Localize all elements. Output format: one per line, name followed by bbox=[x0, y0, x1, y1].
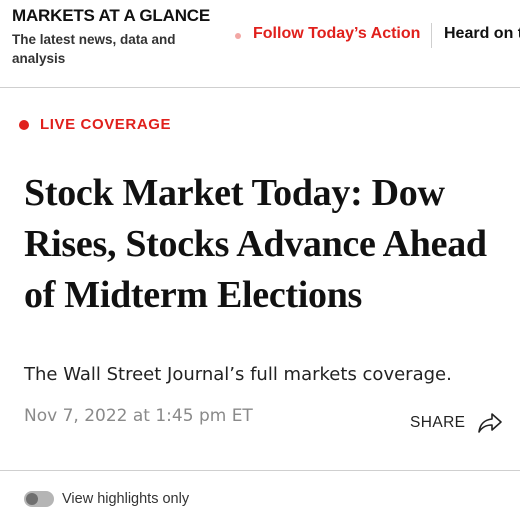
highlights-toggle[interactable]: View highlights only bbox=[24, 488, 189, 510]
nav-link-heard-on-the-street[interactable]: Heard on t bbox=[444, 25, 520, 43]
section-header: MARKETS AT A GLANCE The latest news, dat… bbox=[0, 0, 520, 88]
nav-bullet-icon bbox=[235, 33, 241, 39]
article-dek: The Wall Street Journal’s full markets c… bbox=[24, 364, 452, 385]
article-timestamp: Nov 7, 2022 at 1:45 pm ET bbox=[24, 406, 253, 426]
nav-link-follow-todays-action[interactable]: Follow Today’s Action bbox=[253, 25, 420, 43]
share-arrow-icon bbox=[477, 412, 503, 434]
section-subtitle: The latest news, data and analysis bbox=[12, 32, 176, 66]
share-button[interactable]: SHARE bbox=[410, 408, 503, 438]
nav-divider bbox=[431, 23, 432, 48]
live-dot-icon bbox=[19, 120, 29, 130]
highlights-toggle-label: View highlights only bbox=[62, 491, 190, 507]
share-label: SHARE bbox=[410, 414, 466, 431]
article-headline: Stock Market Today: Dow Rises, Stocks Ad… bbox=[24, 172, 487, 316]
section-title[interactable]: MARKETS AT A GLANCE bbox=[12, 6, 210, 26]
toggle-switch-icon[interactable] bbox=[24, 491, 54, 507]
toggle-knob bbox=[26, 493, 38, 505]
live-coverage-badge: LIVE COVERAGE bbox=[40, 116, 172, 133]
section-divider bbox=[0, 470, 520, 471]
